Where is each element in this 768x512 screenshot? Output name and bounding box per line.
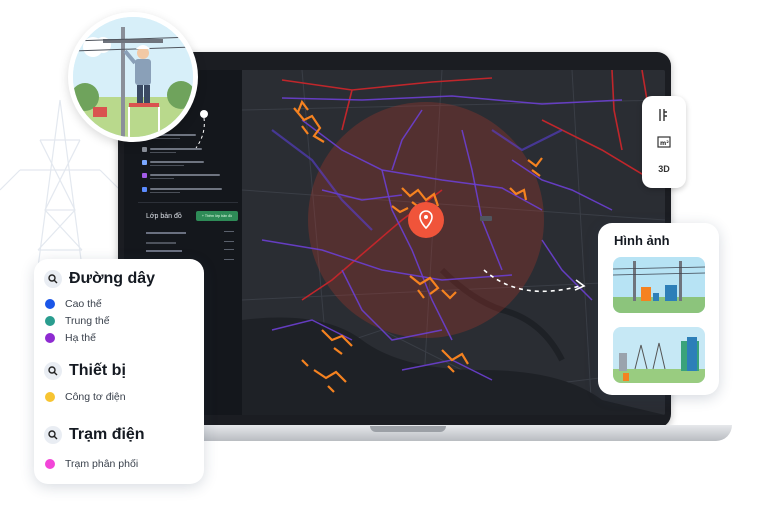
- legend-item: Hạ thế: [45, 331, 96, 345]
- photo-thumbnail[interactable]: [613, 327, 705, 383]
- add-layer-button[interactable]: + Thêm lớp bản đồ: [196, 211, 238, 221]
- legend-panel: Đường dây Cao thế Trung thế Hạ thế Thiết…: [34, 259, 204, 484]
- layer-row[interactable]: [146, 241, 238, 248]
- map-toolbar: m² 3D: [642, 96, 686, 188]
- legend-section-duong-day[interactable]: Đường dây: [44, 267, 155, 291]
- legend-section-tram-dien[interactable]: Trạm điện: [44, 423, 145, 447]
- photo-thumbnail[interactable]: [613, 257, 705, 313]
- measure-area-icon[interactable]: m²: [651, 131, 677, 153]
- file-item[interactable]: [142, 172, 234, 180]
- search-icon[interactable]: [44, 270, 62, 288]
- legend-item: Trung thế: [45, 314, 110, 328]
- search-icon[interactable]: [44, 362, 62, 380]
- file-item[interactable]: [142, 159, 234, 167]
- legend-section-thiet-bi[interactable]: Thiết bị: [44, 359, 126, 383]
- layer-row[interactable]: [146, 231, 238, 238]
- legend-section-title: Trạm điện: [69, 426, 145, 443]
- ruler-icon[interactable]: [651, 104, 677, 126]
- dashed-arrow-icon: [483, 269, 586, 293]
- avatar-connector: [195, 110, 208, 149]
- svg-text:m²: m²: [660, 140, 669, 147]
- images-panel-title: Hình ảnh: [614, 233, 670, 248]
- view-3d-button[interactable]: 3D: [651, 158, 677, 180]
- search-icon[interactable]: [44, 426, 62, 444]
- layer-panel-title: Lớp bản đồ: [146, 213, 182, 220]
- legend-item: Trạm phân phối: [45, 457, 138, 471]
- legend-section-title: Thiết bị: [69, 362, 126, 379]
- location-pin: [408, 202, 444, 238]
- legend-section-title: Đường dây: [69, 270, 156, 287]
- legend-item: Công tơ điện: [45, 390, 126, 404]
- laptop-notch: [370, 426, 446, 432]
- worker-illustration: [73, 17, 193, 137]
- legend-item: Cao thế: [45, 297, 102, 311]
- layer-row[interactable]: [146, 249, 238, 256]
- file-item[interactable]: [142, 186, 234, 194]
- images-panel: Hình ảnh: [598, 223, 719, 395]
